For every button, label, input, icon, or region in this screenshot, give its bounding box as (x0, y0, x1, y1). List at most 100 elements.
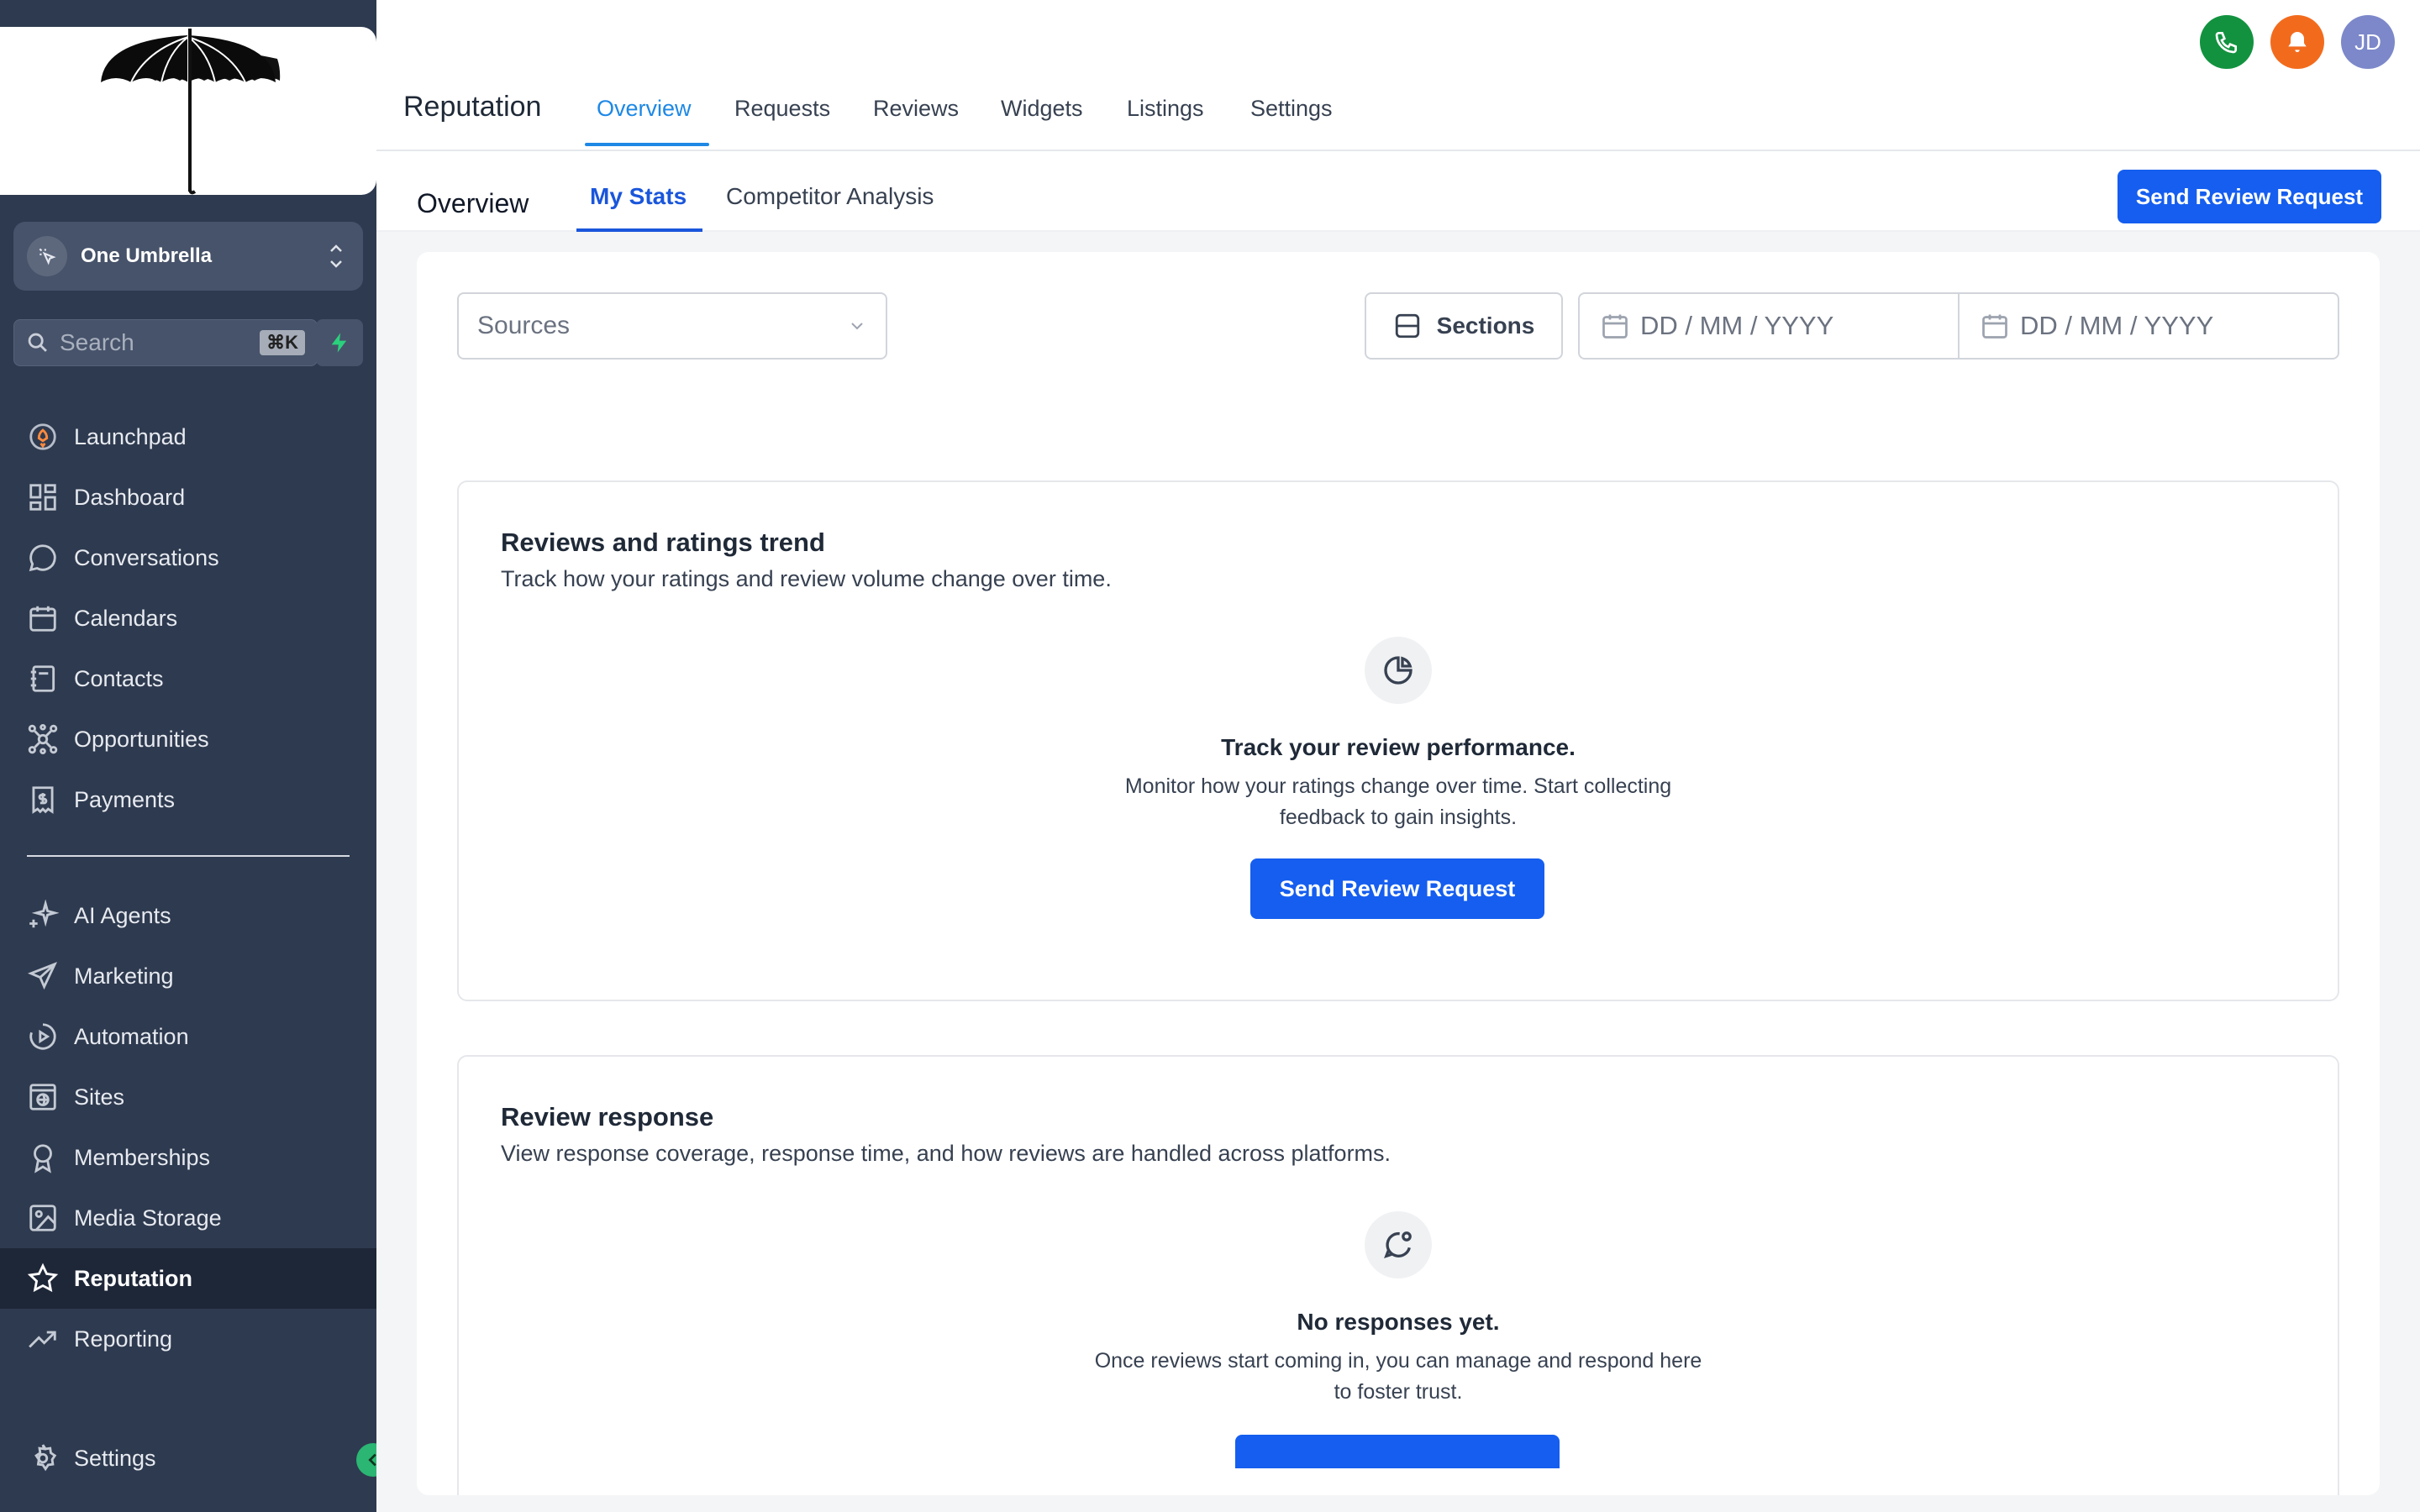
phone-button[interactable] (2200, 15, 2254, 69)
empty-state-icon-wrap (1365, 1211, 1432, 1278)
search-placeholder: Search (60, 329, 134, 355)
search-icon (28, 333, 47, 352)
card-action-button[interactable] (1235, 1435, 1560, 1468)
address-book-icon (30, 665, 55, 692)
umbrella-logo-icon (101, 29, 281, 195)
empty-state-icon-wrap (1365, 637, 1432, 704)
tab-requests[interactable]: Requests (734, 96, 830, 122)
receipt-icon (32, 786, 54, 814)
sidebar-item-label: Payments (74, 786, 176, 812)
company-logo[interactable] (0, 27, 376, 195)
start-date-placeholder: DD / MM / YYYY (1640, 311, 1834, 340)
sources-select[interactable]: Sources (457, 292, 887, 360)
grid-icon (29, 484, 56, 511)
subtab-my-stats[interactable]: My Stats (590, 183, 687, 210)
empty-state-text-line: Monitor how your ratings change over tim… (1124, 774, 1672, 798)
section-title: Overview (417, 188, 529, 218)
sidebar-item-contacts[interactable]: Contacts (0, 652, 376, 706)
sidebar-item-label: Contacts (74, 665, 164, 691)
sidebar-item-conversations[interactable]: Conversations (0, 531, 376, 585)
calendar-icon (29, 606, 56, 632)
sidebar-item-sites[interactable]: Sites (0, 1070, 376, 1124)
search-input[interactable]: Search ⌘K (13, 319, 318, 366)
tab-overview[interactable]: Overview (597, 96, 692, 122)
lightning-bolt-icon (331, 333, 347, 353)
account-name: One Umbrella (81, 244, 213, 267)
sidebar-item-opportunities[interactable]: Opportunities (0, 712, 376, 766)
sidebar-item-label: Memberships (74, 1144, 211, 1170)
chat-notification-icon (1384, 1231, 1412, 1259)
sidebar-item-label: Media Storage (74, 1205, 222, 1231)
sidebar-item-label: Dashboard (74, 484, 186, 510)
sidebar-item-settings[interactable]: Settings (0, 1431, 376, 1485)
bell-icon (2288, 32, 2307, 52)
sidebar-item-dashboard[interactable]: Dashboard (0, 470, 376, 524)
sidebar-item-automation[interactable]: Automation (0, 1010, 376, 1063)
sections-button[interactable]: Sections (1365, 292, 1563, 360)
sidebar-item-memberships[interactable]: Memberships (0, 1131, 376, 1184)
send-review-request-button[interactable]: Send Review Request (1250, 858, 1544, 919)
sidebar-item-label: Reporting (74, 1326, 173, 1352)
sidebar-item-label: Conversations (74, 544, 219, 570)
card-title: Reviews and ratings trend (501, 528, 825, 557)
card-description: View response coverage, response time, a… (501, 1141, 1392, 1166)
sidebar-item-label: Settings (74, 1445, 156, 1471)
empty-state-text: Monitor how your ratings change over tim… (1062, 771, 1734, 833)
sidebar-item-reporting[interactable]: Reporting (0, 1312, 376, 1366)
send-icon (27, 962, 58, 990)
sidebar-item-label: AI Agents (74, 902, 171, 928)
send-review-request-button[interactable]: Send Review Request (2118, 170, 2381, 223)
end-date-input[interactable]: DD / MM / YYYY (1958, 294, 2338, 358)
end-date-placeholder: DD / MM / YYYY (2020, 311, 2214, 340)
star-icon (27, 1263, 59, 1293)
image-icon (29, 1205, 56, 1231)
sidebar-item-reputation[interactable]: Reputation (0, 1248, 376, 1309)
search-shortcut-badge: ⌘K (260, 330, 305, 355)
empty-state-title: No responses yet. (1297, 1309, 1500, 1335)
tab-widgets[interactable]: Widgets (1001, 96, 1083, 122)
sections-label: Sections (1436, 312, 1535, 339)
layout-sections-icon (1395, 313, 1419, 339)
sidebar-item-label: Automation (74, 1023, 189, 1049)
pie-chart-icon (1384, 656, 1413, 685)
sidebar-item-marketing[interactable]: Marketing (0, 949, 376, 1003)
sidebar-item-label: Calendars (74, 605, 178, 631)
notifications-button[interactable] (2270, 15, 2324, 69)
start-date-input[interactable]: DD / MM / YYYY (1580, 294, 1958, 358)
chevron-up-down-icon (330, 244, 342, 268)
sidebar-item-payments[interactable]: Payments (0, 773, 376, 827)
empty-state-text-line: to foster trust. (1334, 1380, 1463, 1404)
tab-listings[interactable]: Listings (1127, 96, 1204, 122)
pointer-click-icon (39, 248, 56, 265)
sidebar-item-media-storage[interactable]: Media Storage (0, 1191, 376, 1245)
sidebar-item-launchpad[interactable]: Launchpad (0, 410, 376, 464)
sidebar-item-calendars[interactable]: Calendars (0, 591, 376, 645)
date-range-picker: DD / MM / YYYY DD / MM / YYYY (1578, 292, 2339, 360)
reviews-ratings-trend-card: Reviews and ratings trend Track how your… (457, 480, 2339, 1001)
subtab-competitor-analysis[interactable]: Competitor Analysis (726, 183, 934, 210)
sidebar-item-label: Marketing (74, 963, 174, 989)
stats-panel: Sources Sections DD / MM / YYYY DD / MM … (417, 252, 2380, 1495)
network-icon (28, 723, 58, 755)
sidebar-divider (27, 855, 350, 857)
card-description: Track how your ratings and review volume… (501, 566, 1112, 591)
account-switcher[interactable]: One Umbrella (13, 222, 363, 291)
calendar-icon (1602, 314, 1628, 339)
phone-icon (2215, 32, 2237, 54)
sub-header: Overview My Stats Competitor Analysis Se… (376, 151, 2420, 232)
sidebar: One Umbrella Search ⌘K Launchpad Dashboa… (0, 0, 376, 1512)
play-circle-icon (29, 1023, 56, 1050)
page-title: Reputation (403, 91, 542, 123)
tab-reviews[interactable]: Reviews (873, 96, 959, 122)
tab-settings[interactable]: Settings (1250, 96, 1333, 122)
sidebar-item-label: Reputation (74, 1265, 192, 1291)
empty-state-title: Track your review performance. (1221, 734, 1576, 760)
sparkle-icon (29, 900, 59, 928)
empty-state-text-line: Once reviews start coming in, you can ma… (1094, 1349, 1702, 1373)
user-avatar[interactable]: JD (2341, 15, 2395, 69)
sidebar-item-ai-agents[interactable]: AI Agents (0, 889, 376, 942)
quick-actions-button[interactable] (316, 319, 363, 366)
trend-up-icon (29, 1331, 56, 1348)
sidebar-item-label: Opportunities (74, 726, 209, 752)
card-title: Review response (501, 1102, 714, 1131)
